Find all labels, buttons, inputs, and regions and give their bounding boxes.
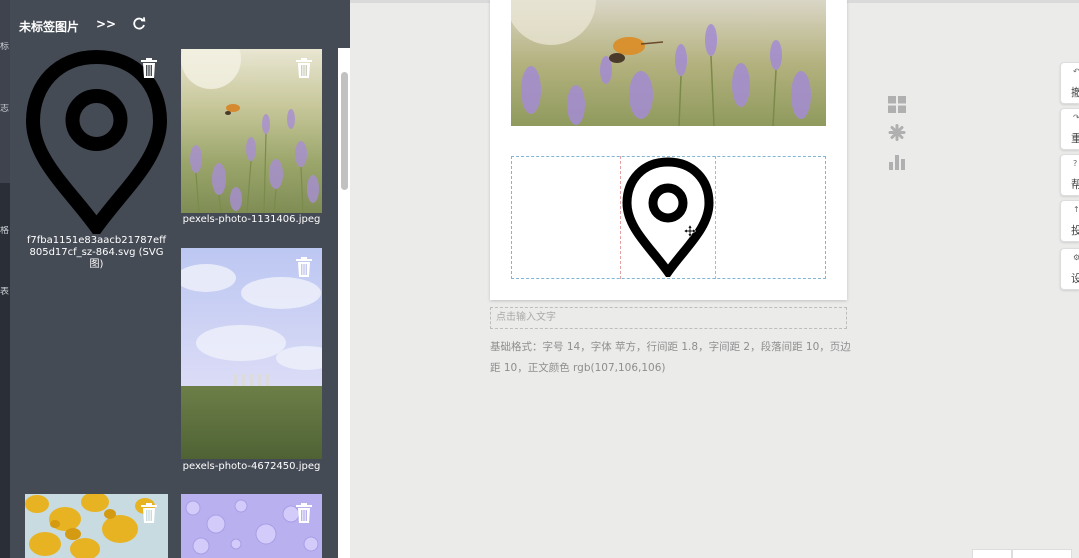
panel-header: 未标签图片 >> bbox=[10, 0, 350, 48]
rail-tab-2[interactable]: 志 bbox=[0, 104, 10, 114]
rail-tab-4[interactable]: 表 bbox=[0, 287, 10, 297]
svg-image-bounds[interactable] bbox=[620, 156, 716, 279]
delete-image-1-button[interactable] bbox=[295, 58, 313, 78]
gear-icon[interactable] bbox=[888, 124, 906, 145]
image-caption-2: pexels-photo-4672450.jpeg bbox=[182, 461, 321, 472]
move-cursor-icon bbox=[683, 222, 697, 238]
expand-button[interactable]: >> bbox=[96, 17, 116, 31]
help-icon: ? bbox=[1073, 159, 1078, 168]
undo-icon: ↶ bbox=[1073, 67, 1079, 76]
submit-button[interactable]: ↑ 投 bbox=[1060, 200, 1079, 242]
settings-button[interactable]: ⚙ 设 bbox=[1060, 248, 1079, 290]
left-rail-active-section bbox=[0, 183, 10, 558]
panel-scrollbar-thumb[interactable] bbox=[341, 72, 348, 190]
image-caption-1: pexels-photo-1131406.jpeg bbox=[182, 214, 321, 225]
editor-lavender-image bbox=[511, 0, 826, 126]
delete-image-4-button[interactable] bbox=[295, 503, 313, 523]
redo-button[interactable]: ↷ 重 bbox=[1060, 108, 1079, 150]
bar-chart-icon[interactable] bbox=[889, 153, 907, 174]
format-info-text: 基础格式：字号 14，字体 苹方，行间距 1.8，字间距 2，段落间距 10，页… bbox=[490, 341, 851, 374]
undo-button[interactable]: ↶ 撤 bbox=[1060, 62, 1079, 104]
image-item-field[interactable] bbox=[181, 248, 322, 459]
redo-icon: ↷ bbox=[1073, 113, 1079, 122]
text-input-field[interactable]: 点击输入文字 bbox=[490, 307, 847, 329]
submit-icon: ↑ bbox=[1073, 205, 1079, 214]
field-photo bbox=[181, 248, 322, 459]
refresh-icon[interactable] bbox=[131, 16, 147, 32]
grid-icon[interactable] bbox=[888, 96, 906, 117]
editor-lavender-photo[interactable] bbox=[511, 0, 826, 126]
help-button[interactable]: ? 帮 bbox=[1060, 154, 1079, 196]
editor-map-pin-icon bbox=[622, 157, 714, 277]
delete-image-3-button[interactable] bbox=[140, 503, 158, 523]
settings-icon: ⚙ bbox=[1073, 253, 1079, 262]
delete-image-2-button[interactable] bbox=[295, 257, 313, 277]
rail-tab-3[interactable]: 格 bbox=[0, 226, 10, 236]
bottom-tab-1[interactable] bbox=[972, 549, 1012, 558]
delete-image-0-button[interactable] bbox=[140, 58, 158, 78]
bottom-tab-2[interactable] bbox=[1012, 549, 1072, 558]
image-caption-0: f7fba1151e83aacb21787eff805d17cf_sz-864.… bbox=[26, 235, 167, 270]
rail-tab-1[interactable]: 标 bbox=[0, 42, 10, 52]
panel-title: 未标签图片 bbox=[19, 20, 80, 34]
